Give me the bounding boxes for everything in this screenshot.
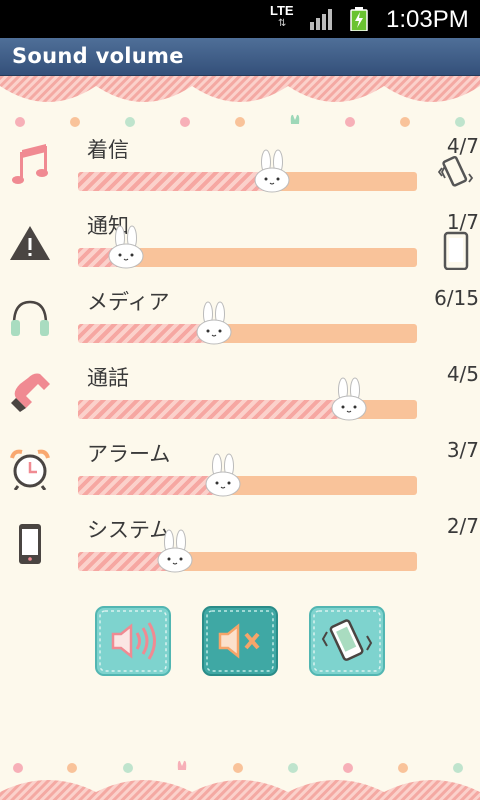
volume-row-notification: 通知 1/7 bbox=[0, 210, 480, 286]
volume-value: 3/7 bbox=[446, 438, 479, 462]
volume-value: 4/5 bbox=[446, 362, 479, 386]
volume-slider-fill bbox=[78, 172, 272, 191]
smartphone-icon bbox=[19, 524, 41, 564]
dots-decoration-bottom bbox=[13, 760, 463, 773]
volume-row-media: メディア 6/15 bbox=[0, 286, 480, 362]
bunny-slider-thumb[interactable] bbox=[253, 148, 291, 194]
volume-label: アラーム bbox=[87, 442, 171, 466]
status-bar: LTE ⇅ 1:03PM bbox=[0, 0, 480, 38]
volume-slider[interactable] bbox=[78, 149, 417, 193]
sound-on-button[interactable] bbox=[95, 606, 171, 676]
bunny-slider-thumb[interactable] bbox=[330, 376, 368, 422]
phone-icon bbox=[443, 231, 469, 270]
bunny-slider-thumb[interactable] bbox=[156, 528, 194, 574]
page-title: Sound volume bbox=[12, 44, 184, 68]
scallop-decoration-top bbox=[0, 76, 480, 102]
volume-slider[interactable] bbox=[78, 377, 417, 421]
volume-row-call: 通話 4/5 bbox=[0, 362, 480, 438]
bunny-slider-thumb[interactable] bbox=[204, 452, 242, 498]
telephone-receiver-icon bbox=[11, 373, 51, 412]
data-activity-icon: ⇅ bbox=[278, 18, 287, 29]
volume-label: メディア bbox=[87, 290, 170, 314]
battery-charging-icon bbox=[350, 7, 368, 31]
volume-row-system: システム 2/7 bbox=[0, 514, 480, 590]
vibrate-phone-icon bbox=[438, 155, 474, 187]
volume-slider[interactable] bbox=[78, 301, 417, 345]
clock: 1:03PM bbox=[386, 6, 469, 33]
volume-label: 通話 bbox=[87, 366, 129, 390]
volume-slider[interactable] bbox=[78, 225, 417, 269]
volume-label: 着信 bbox=[87, 138, 129, 162]
scallop-decoration-bottom bbox=[0, 780, 480, 800]
mute-button[interactable] bbox=[202, 606, 278, 676]
dots-decoration-top bbox=[15, 114, 465, 127]
volume-slider-fill bbox=[78, 400, 349, 419]
network-type: LTE bbox=[270, 3, 294, 18]
volume-slider-fill bbox=[78, 324, 214, 343]
volume-slider-fill bbox=[78, 476, 223, 495]
volume-slider[interactable] bbox=[78, 453, 417, 497]
music-note-icon bbox=[12, 144, 48, 184]
volume-row-ringtone: 着信 4/7 bbox=[0, 134, 480, 210]
vibrate-button[interactable] bbox=[309, 606, 385, 676]
volume-value: 6/15 bbox=[434, 286, 479, 310]
bunny-slider-thumb[interactable] bbox=[107, 224, 145, 270]
title-bar: Sound volume bbox=[0, 38, 480, 76]
warning-icon bbox=[10, 226, 50, 260]
volume-slider[interactable] bbox=[78, 529, 417, 573]
volume-row-alarm: アラーム 3/7 bbox=[0, 438, 480, 514]
alarm-clock-icon bbox=[10, 449, 50, 490]
volume-value: 2/7 bbox=[446, 514, 479, 538]
bunny-slider-thumb[interactable] bbox=[195, 300, 233, 346]
headphones-icon bbox=[11, 300, 49, 336]
signal-strength-icon bbox=[310, 9, 332, 30]
